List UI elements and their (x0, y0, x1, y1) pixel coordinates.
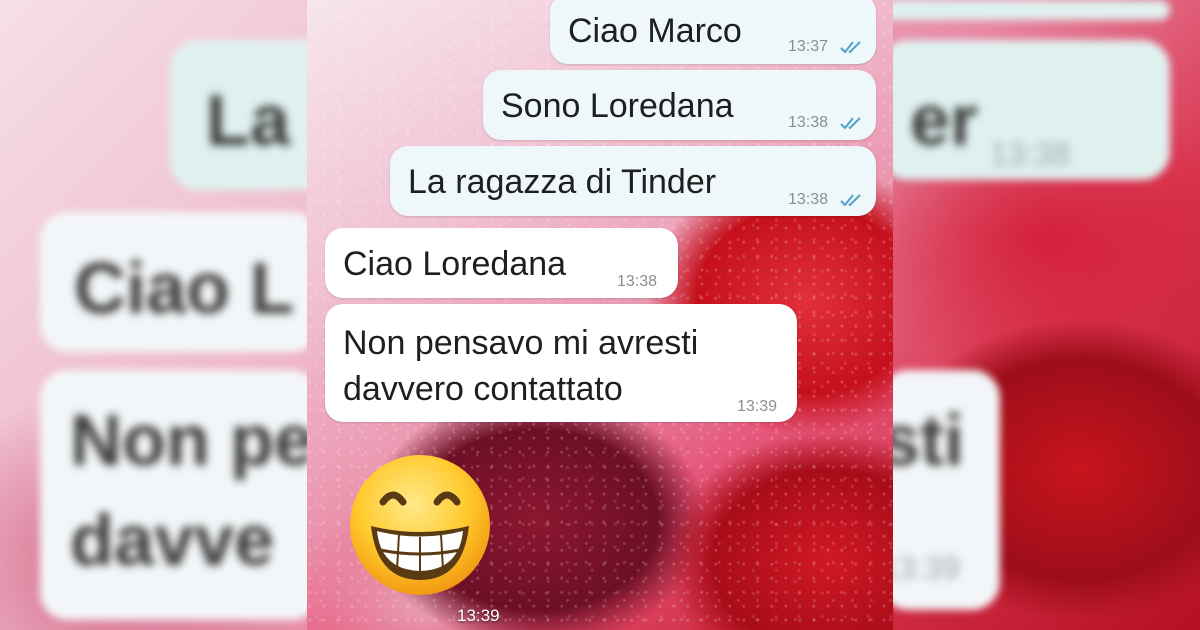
message-text-line: Non pensavo mi avresti (343, 324, 699, 362)
blurred-bubble: Ciao L (40, 212, 320, 352)
message-text: Sono Loredana (501, 87, 734, 125)
blurred-text: La (206, 81, 291, 161)
message-time: 13:39 (737, 398, 778, 415)
message-time: 13:39 (457, 606, 500, 625)
message-time: 13:38 (788, 191, 829, 208)
double-check-icon (840, 117, 861, 130)
blurred-text: Ciao L (74, 249, 295, 329)
blurred-bubble: Non pe davve (40, 370, 320, 620)
grinning-face-emoji[interactable] (347, 452, 493, 598)
message-text: La ragazza di Tinder (408, 163, 717, 201)
outgoing-message[interactable]: Ciao Marco 13:37 (550, 0, 876, 64)
outgoing-message[interactable]: La ragazza di Tinder 13:38 (390, 146, 876, 216)
blurred-bubble: sti 13:39 (880, 370, 1000, 610)
outgoing-message[interactable]: Sono Loredana 13:38 (483, 70, 876, 140)
message-text: Ciao Marco (568, 12, 742, 50)
blurred-text: davve (70, 501, 275, 581)
message-time: 13:38 (617, 273, 658, 290)
message-time: 13:37 (788, 38, 829, 55)
blurred-text: 13:38 (990, 136, 1071, 172)
message-time: 13:38 (788, 114, 829, 131)
incoming-message[interactable]: Ciao Loredana 13:38 (325, 228, 678, 298)
double-check-icon (840, 194, 861, 207)
blurred-bubble (880, 0, 1170, 20)
blurred-bubble: er 13:38 (880, 40, 1170, 180)
blurred-text: Non pe (70, 401, 314, 481)
chat-panel[interactable]: Ciao Marco 13:37 Sono Loredana 13:38 La … (307, 0, 893, 630)
incoming-message[interactable]: Non pensavo mi avresti davvero contattat… (325, 304, 797, 422)
blurred-text: er (910, 81, 979, 161)
message-text-line: davvero contattato (343, 370, 623, 408)
message-text: Ciao Loredana (343, 245, 567, 283)
double-check-icon (840, 41, 861, 54)
